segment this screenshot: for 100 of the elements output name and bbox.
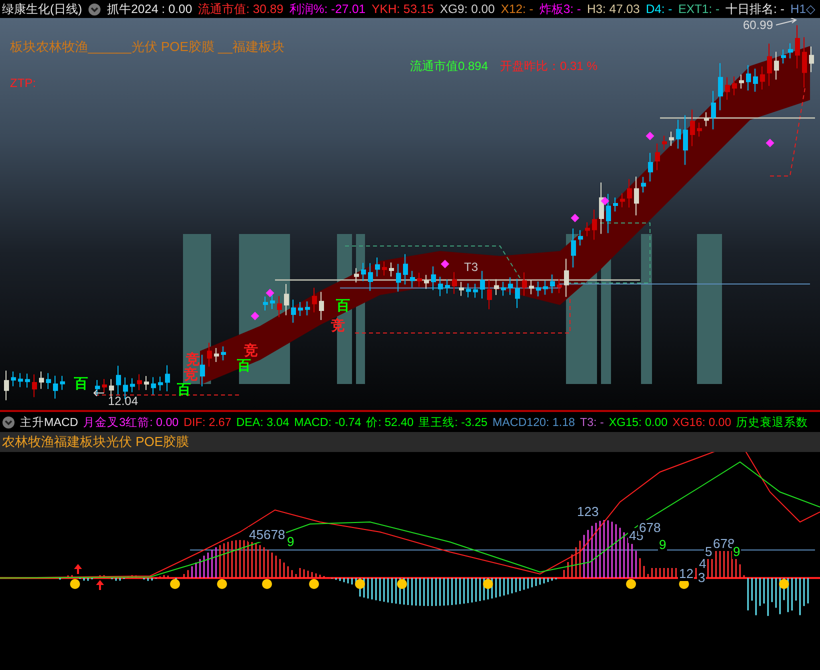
- candlestick: [676, 119, 681, 150]
- candlestick: [746, 64, 751, 92]
- count-label: 4: [698, 556, 708, 571]
- candlestick: [291, 299, 296, 324]
- indicator-value: 历史衰退系数: [736, 414, 808, 430]
- indicator-value: XG9: 0.00: [440, 2, 495, 16]
- candlestick: [18, 372, 23, 388]
- diamond-marker-icon: [570, 214, 580, 222]
- candlestick: [207, 342, 212, 368]
- indicator-value: MACD: -0.74: [294, 416, 362, 428]
- count-label: 12: [678, 566, 694, 581]
- candlestick: [375, 257, 380, 277]
- candlestick: [781, 49, 786, 64]
- candlestick: [571, 228, 576, 268]
- candlestick: [494, 278, 499, 296]
- candlestick: [354, 268, 359, 284]
- candlestick: [151, 376, 156, 395]
- candlestick: [158, 376, 163, 392]
- indicator-value: XG16: 0.00: [672, 416, 732, 428]
- candlestick: [221, 346, 226, 361]
- marker-text: 百: [336, 298, 350, 313]
- candlestick: [403, 254, 408, 285]
- indicator-value: 月金叉3红箭: 0.00: [83, 414, 179, 430]
- indicator-value: 十日排名: -: [726, 0, 784, 18]
- candlestick: [557, 278, 562, 294]
- candlestick: [634, 176, 639, 216]
- candlestick: [109, 378, 114, 398]
- candlestick: [319, 291, 324, 321]
- count-label: 5: [704, 544, 714, 559]
- candlestick: [585, 222, 590, 237]
- candlestick: [431, 266, 436, 291]
- up-arrow-icon: [96, 580, 104, 590]
- dropdown-icon[interactable]: [88, 2, 102, 16]
- candlestick: [529, 280, 534, 295]
- indicator-value: DIF: 2.67: [184, 416, 232, 428]
- marker-text: 竞: [244, 343, 258, 358]
- up-arrow-icon: [74, 564, 82, 574]
- candlestick: [277, 296, 282, 318]
- candlestick: [480, 270, 485, 299]
- indicator-value: 利润%: -27.01: [289, 0, 366, 18]
- low-price-label: 12.04: [108, 394, 138, 408]
- candlestick: [592, 209, 597, 240]
- candlestick: [53, 375, 58, 400]
- candlestick: [704, 112, 709, 127]
- candlestick: [389, 262, 394, 277]
- candlestick: [711, 90, 716, 130]
- candlestick: [438, 276, 443, 297]
- candlestick: [466, 282, 471, 298]
- candlestick: [116, 365, 121, 395]
- marker-text: 百: [237, 358, 251, 373]
- diamond-marker-icon: [250, 312, 260, 320]
- candlestick: [361, 262, 366, 282]
- candlestick: [39, 370, 44, 390]
- diamond-marker-icon: [646, 132, 654, 140]
- candlestick: [487, 280, 492, 310]
- candlestick: [606, 193, 611, 234]
- sector-subtitle: 农林牧渔福建板块光伏 POE胶膜: [0, 432, 820, 452]
- indicator-value: MACD120: 1.18: [492, 416, 576, 428]
- candlestick: [760, 66, 765, 90]
- candlestick: [410, 270, 415, 288]
- arrow-icon: [93, 390, 104, 396]
- candlestick: [382, 261, 387, 276]
- candlestick: [767, 43, 772, 86]
- candlestick: [396, 263, 401, 292]
- indicator-value: DEA: 3.04: [236, 416, 290, 428]
- candlestick: [368, 262, 373, 292]
- candlestick: [263, 296, 268, 311]
- candlestick: [165, 364, 170, 392]
- indicator-value: T3: -: [580, 416, 604, 428]
- candlestick: [473, 283, 478, 298]
- candlestick: [683, 114, 688, 166]
- count-label: 45678: [248, 527, 286, 542]
- indicator-value: D4: -: [646, 2, 672, 16]
- candlestick: [578, 230, 583, 246]
- candlestick: [697, 122, 702, 138]
- candlestick: [424, 274, 429, 290]
- count-label: 9: [732, 544, 742, 559]
- high-price-label: 60.99: [743, 18, 774, 32]
- diamond-marker-icon: [600, 196, 610, 206]
- marker-text: 竞: [331, 318, 345, 333]
- marker-text: 竞: [184, 367, 198, 382]
- candlestick: [445, 278, 450, 294]
- stock-title: 绿康生化(日线): [2, 0, 82, 18]
- candlestick: [802, 36, 807, 88]
- candlestick: [46, 372, 51, 390]
- candlestick: [25, 373, 30, 388]
- candlestick: [718, 62, 723, 111]
- candlestick: [620, 192, 625, 208]
- t3-label: T3: [464, 260, 478, 274]
- dropdown-icon[interactable]: [2, 416, 15, 428]
- candlestick: [522, 272, 527, 296]
- marker-text: 竞: [186, 352, 200, 367]
- candlestick: [795, 24, 800, 69]
- indicator-value: EXT1: -: [678, 2, 720, 16]
- indicator-value: X12: -: [500, 2, 534, 16]
- candlestick: [452, 272, 457, 294]
- candlestick: [501, 281, 506, 296]
- candlestick: [648, 152, 653, 182]
- candlestick: [739, 74, 744, 90]
- float-cap-text: 流通市值0.894: [410, 58, 488, 75]
